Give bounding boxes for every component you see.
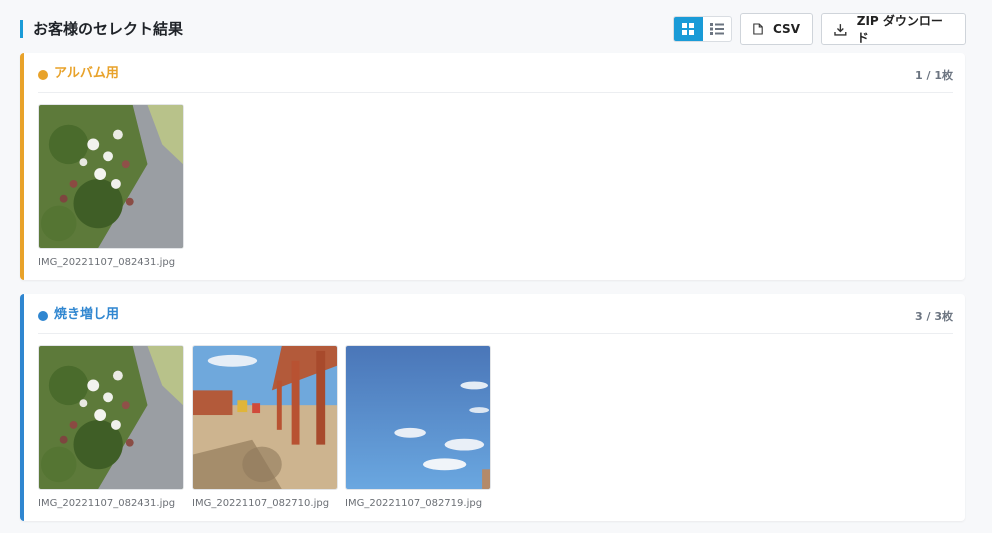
- section-accent-bar: [20, 294, 24, 521]
- view-toggle[interactable]: [673, 16, 732, 42]
- photo-thumbnail-flowers[interactable]: [38, 104, 184, 249]
- section-count: 1 / 1枚: [915, 69, 953, 82]
- section-dot-icon: [38, 311, 48, 321]
- section-title: アルバム用: [54, 66, 119, 81]
- section-dot-icon: [38, 70, 48, 80]
- page-title: お客様のセレクト結果: [20, 20, 183, 38]
- download-icon: [834, 23, 847, 36]
- section-header: 焼き増し用 3 / 3枚: [38, 294, 953, 334]
- photo-item[interactable]: IMG_20221107_082710.jpg: [192, 345, 338, 509]
- photo-filename: IMG_20221107_082431.jpg: [38, 257, 176, 268]
- section-header: アルバム用 1 / 1枚: [38, 53, 953, 93]
- photo-thumbnail-playground[interactable]: [192, 345, 338, 490]
- photo-item[interactable]: IMG_20221107_082719.jpg: [345, 345, 491, 509]
- grid-view-button[interactable]: [674, 17, 703, 41]
- section-count: 3 / 3枚: [915, 310, 953, 323]
- grid-icon: [682, 23, 695, 35]
- photo-item[interactable]: IMG_20221107_082431.jpg: [38, 104, 184, 268]
- list-view-button[interactable]: [703, 17, 732, 41]
- section-title: 焼き増し用: [54, 307, 120, 322]
- photo-thumbnail-flowers[interactable]: [38, 345, 184, 490]
- page-header: お客様のセレクト結果 CSV ZIP ダウンロード: [0, 0, 992, 56]
- photo-thumbnail-sky[interactable]: [345, 345, 491, 490]
- photo-filename: IMG_20221107_082710.jpg: [192, 498, 330, 509]
- section-accent-bar: [20, 53, 24, 280]
- section-reprint: 焼き増し用 3 / 3枚 IMG_20221107_082431.jpg IMG…: [20, 294, 965, 521]
- section-album: アルバム用 1 / 1枚 IMG_20221107_082431.jpg: [20, 53, 965, 280]
- zip-download-button-label: ZIP ダウンロード: [856, 14, 943, 45]
- photo-filename: IMG_20221107_082719.jpg: [345, 498, 483, 509]
- file-icon: [753, 23, 763, 35]
- photo-item[interactable]: IMG_20221107_082431.jpg: [38, 345, 184, 509]
- zip-download-button[interactable]: ZIP ダウンロード: [821, 13, 966, 45]
- csv-button-label: CSV: [773, 22, 800, 36]
- list-icon: [709, 23, 724, 35]
- csv-button[interactable]: CSV: [740, 13, 813, 45]
- photo-filename: IMG_20221107_082431.jpg: [38, 498, 176, 509]
